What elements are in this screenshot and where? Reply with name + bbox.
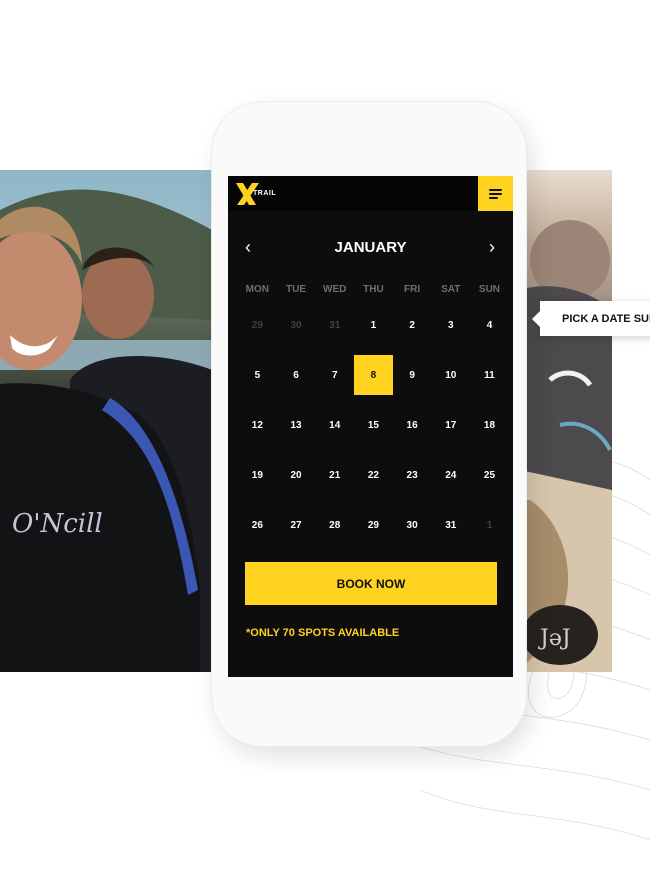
calendar-day-label: 19 bbox=[251, 469, 263, 481]
pick-date-tooltip: PICK A DATE SUITS bbox=[532, 301, 650, 336]
calendar-day[interactable]: 27 bbox=[277, 500, 316, 550]
calendar-day[interactable]: 17 bbox=[431, 400, 470, 450]
logo-text: TRAIL bbox=[253, 190, 277, 197]
calendar-day[interactable]: 7 bbox=[315, 350, 354, 400]
calendar-day-label: 16 bbox=[406, 419, 418, 431]
calendar-day[interactable]: 25 bbox=[470, 450, 509, 500]
calendar-day[interactable]: 12 bbox=[238, 400, 277, 450]
calendar-day-label: 8 bbox=[354, 355, 393, 395]
calendar-day[interactable]: 2 bbox=[393, 300, 432, 350]
calendar-day[interactable]: 4 bbox=[470, 300, 509, 350]
availability-note: *ONLY 70 SPOTS AVAILABLE bbox=[246, 627, 400, 639]
calendar-day-label: 13 bbox=[290, 419, 302, 431]
calendar-day[interactable]: 6 bbox=[277, 350, 316, 400]
calendar-day-label: 9 bbox=[409, 369, 415, 381]
calendar-day[interactable]: 1 bbox=[354, 300, 393, 350]
menu-button[interactable] bbox=[478, 176, 513, 211]
calendar-day-label: 11 bbox=[484, 369, 495, 381]
surfers-photo-left: O'Ncill bbox=[0, 170, 212, 672]
calendar-day-label: 28 bbox=[329, 519, 341, 531]
calendar-day-label: 10 bbox=[445, 369, 457, 381]
menu-icon-line bbox=[489, 188, 502, 191]
calendar-day[interactable]: 29 bbox=[354, 500, 393, 550]
surfers-photo-right: JəJ bbox=[520, 170, 612, 672]
calendar-day-label: 7 bbox=[331, 369, 338, 381]
weekday-header: SUN bbox=[478, 284, 501, 295]
calendar-day-label: 26 bbox=[251, 519, 263, 531]
calendar-day-label: 15 bbox=[367, 419, 379, 431]
calendar-day[interactable]: 5 bbox=[238, 350, 277, 400]
calendar-day-label: 24 bbox=[445, 469, 457, 481]
calendar-day-label: 4 bbox=[486, 319, 493, 331]
weekday-header: MON bbox=[245, 284, 270, 295]
phone-screen: TRAIL ‹ JANUARY › MON TUE WED THU FRI SAT SUN 2… bbox=[228, 176, 513, 677]
calendar-day-label: 31 bbox=[445, 519, 457, 531]
phone-mockup: TRAIL ‹ JANUARY › MON TUE WED THU FRI SAT SUN 2… bbox=[212, 102, 526, 746]
calendar-day: 31 bbox=[315, 300, 354, 350]
calendar-day-label: 1 bbox=[370, 319, 377, 331]
calendar-day-label: 25 bbox=[483, 469, 496, 481]
calendar-day-label: 2 bbox=[409, 319, 415, 331]
calendar-day-selected[interactable]: 8 bbox=[354, 350, 393, 400]
menu-icon-line bbox=[489, 196, 498, 199]
calendar-day-label: 18 bbox=[483, 419, 496, 431]
calendar-day-label: 29 bbox=[367, 519, 379, 531]
calendar-day[interactable]: 22 bbox=[354, 450, 393, 500]
calendar-day-label: 23 bbox=[406, 469, 418, 481]
weekday-header: FRI bbox=[404, 284, 421, 295]
weekday-header: THU bbox=[363, 284, 384, 295]
calendar-day[interactable]: 9 bbox=[393, 350, 432, 400]
calendar-day[interactable]: 18 bbox=[470, 400, 509, 450]
calendar-day[interactable]: 24 bbox=[431, 450, 470, 500]
calendar-day: 29 bbox=[238, 300, 277, 350]
calendar-day-label: 30 bbox=[290, 319, 302, 331]
calendar-day[interactable]: 31 bbox=[431, 500, 470, 550]
calendar-day-label: 17 bbox=[445, 419, 457, 431]
weekday-header: SAT bbox=[441, 284, 461, 295]
weekday-header: WED bbox=[323, 284, 347, 295]
calendar-day-label: 14 bbox=[329, 419, 341, 431]
calendar-day: 1 bbox=[470, 500, 509, 550]
calendar-day[interactable]: 15 bbox=[354, 400, 393, 450]
calendar-day[interactable]: 20 bbox=[277, 450, 316, 500]
calendar-day-label: 31 bbox=[329, 319, 341, 331]
calendar-day: 30 bbox=[277, 300, 316, 350]
calendar-day-label: 3 bbox=[448, 319, 454, 331]
calendar-day-label: 6 bbox=[293, 369, 299, 381]
calendar-day[interactable]: 11 bbox=[470, 350, 509, 400]
calendar-day[interactable]: 30 bbox=[393, 500, 432, 550]
calendar-day-label: 5 bbox=[254, 369, 261, 381]
calendar-day[interactable]: 13 bbox=[277, 400, 316, 450]
month-title: JANUARY bbox=[334, 239, 407, 256]
calendar-day[interactable]: 14 bbox=[315, 400, 354, 450]
calendar-day[interactable]: 23 bbox=[393, 450, 432, 500]
calendar-grid: MON TUE WED THU FRI SAT SUN 29 30 31 1 2 3 4 5 6 7 8 9 10 11… bbox=[238, 280, 506, 550]
svg-text:JəJ: JəJ bbox=[538, 626, 571, 651]
calendar-day-label: 27 bbox=[290, 519, 302, 531]
calendar-day[interactable]: 16 bbox=[393, 400, 432, 450]
calendar-day[interactable]: 21 bbox=[315, 450, 354, 500]
svg-text:O'Ncill: O'Ncill bbox=[12, 509, 103, 539]
menu-icon-line bbox=[489, 192, 502, 195]
surfers-illustration: O'Ncill bbox=[0, 189, 212, 672]
calendar-day-label: 22 bbox=[367, 469, 379, 481]
weekday-header: TUE bbox=[286, 284, 307, 295]
calendar-day-label: 12 bbox=[251, 419, 263, 431]
calendar-day-label: 29 bbox=[251, 319, 263, 331]
calendar-day-label: 20 bbox=[290, 469, 302, 481]
calendar-day[interactable]: 10 bbox=[431, 350, 470, 400]
app-header: TRAIL bbox=[228, 176, 513, 211]
surfboard-illustration: JəJ bbox=[520, 220, 612, 672]
book-now-button[interactable]: BOOK NOW bbox=[245, 562, 497, 605]
calendar-day[interactable]: 3 bbox=[431, 300, 470, 350]
calendar-day-label: 1 bbox=[486, 519, 493, 531]
calendar-day-label: 21 bbox=[329, 469, 341, 481]
calendar-day[interactable]: 28 bbox=[315, 500, 354, 550]
calendar-day[interactable]: 26 bbox=[238, 500, 277, 550]
calendar-day-label: 30 bbox=[406, 519, 418, 531]
calendar-day[interactable]: 19 bbox=[238, 450, 277, 500]
month-navigation: ‹ JANUARY › bbox=[228, 238, 513, 258]
chevron-right-icon[interactable]: › bbox=[482, 238, 502, 258]
